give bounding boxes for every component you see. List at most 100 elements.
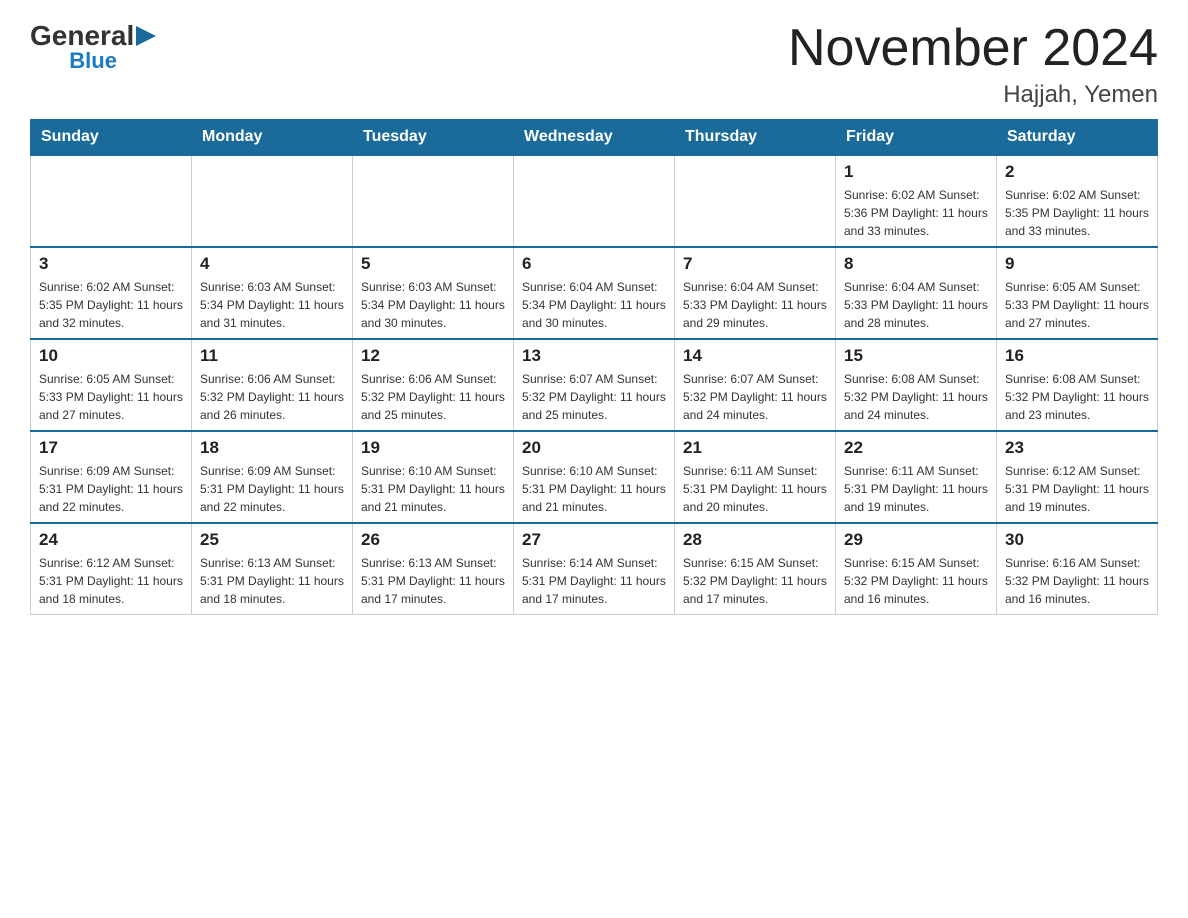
day-number: 21 [683, 438, 827, 458]
cell-week2-day6: 9Sunrise: 6:05 AM Sunset: 5:33 PM Daylig… [997, 247, 1158, 339]
day-number: 5 [361, 254, 505, 274]
day-number: 29 [844, 530, 988, 550]
day-info: Sunrise: 6:11 AM Sunset: 5:31 PM Dayligh… [844, 462, 988, 516]
day-info: Sunrise: 6:13 AM Sunset: 5:31 PM Dayligh… [200, 554, 344, 608]
cell-week1-day1 [192, 155, 353, 247]
cell-week1-day0 [31, 155, 192, 247]
calendar-title-block: November 2024 Hajjah, Yemen [788, 20, 1158, 109]
day-info: Sunrise: 6:05 AM Sunset: 5:33 PM Dayligh… [39, 370, 183, 424]
day-info: Sunrise: 6:07 AM Sunset: 5:32 PM Dayligh… [522, 370, 666, 424]
day-info: Sunrise: 6:12 AM Sunset: 5:31 PM Dayligh… [39, 554, 183, 608]
cell-week2-day5: 8 Sunrise: 6:04 AM Sunset: 5:33 PM Daylig… [836, 247, 997, 339]
day-info: Sunrise: 6:08 AM Sunset: 5:32 PM Dayligh… [844, 370, 988, 424]
cell-week4-day2: 19Sunrise: 6:10 AM Sunset: 5:31 PM Dayli… [353, 431, 514, 523]
day-info: Sunrise: 6:15 AM Sunset: 5:32 PM Dayligh… [683, 554, 827, 608]
cell-week5-day5: 29 Sunrise: 6:15 AM Sunset: 5:32 PM Dayli… [836, 523, 997, 615]
week-row-3: 10 Sunrise: 6:05 AM Sunset: 5:33 PM Dayli… [31, 339, 1158, 431]
week-row-2: 3 Sunrise: 6:02 AM Sunset: 5:35 PM Daylig… [31, 247, 1158, 339]
cell-week1-day3 [514, 155, 675, 247]
logo: General Blue [30, 20, 156, 74]
cell-week5-day4: 28 Sunrise: 6:15 AM Sunset: 5:32 PM Dayli… [675, 523, 836, 615]
cell-week5-day6: 30Sunrise: 6:16 AM Sunset: 5:32 PM Dayli… [997, 523, 1158, 615]
cell-week3-day0: 10 Sunrise: 6:05 AM Sunset: 5:33 PM Dayli… [31, 339, 192, 431]
logo-blue-text: Blue [30, 48, 156, 74]
day-info: Sunrise: 6:02 AM Sunset: 5:35 PM Dayligh… [1005, 186, 1149, 240]
col-saturday: Saturday [997, 120, 1158, 156]
logo-arrow-icon [136, 26, 156, 46]
cell-week3-day6: 16 Sunrise: 6:08 AM Sunset: 5:32 PM Dayli… [997, 339, 1158, 431]
calendar-header-row: Sunday Monday Tuesday Wednesday Thursday… [31, 120, 1158, 156]
day-number: 6 [522, 254, 666, 274]
day-info: Sunrise: 6:02 AM Sunset: 5:36 PM Dayligh… [844, 186, 988, 240]
week-row-4: 17 Sunrise: 6:09 AM Sunset: 5:31 PM Dayli… [31, 431, 1158, 523]
day-info: Sunrise: 6:04 AM Sunset: 5:34 PM Dayligh… [522, 278, 666, 332]
cell-week4-day0: 17 Sunrise: 6:09 AM Sunset: 5:31 PM Dayli… [31, 431, 192, 523]
day-info: Sunrise: 6:08 AM Sunset: 5:32 PM Dayligh… [1005, 370, 1149, 424]
calendar-table: Sunday Monday Tuesday Wednesday Thursday… [30, 119, 1158, 615]
day-number: 30 [1005, 530, 1149, 550]
calendar-title: November 2024 [788, 20, 1158, 77]
day-number: 8 [844, 254, 988, 274]
cell-week2-day0: 3 Sunrise: 6:02 AM Sunset: 5:35 PM Daylig… [31, 247, 192, 339]
cell-week2-day1: 4Sunrise: 6:03 AM Sunset: 5:34 PM Daylig… [192, 247, 353, 339]
day-number: 22 [844, 438, 988, 458]
day-info: Sunrise: 6:09 AM Sunset: 5:31 PM Dayligh… [39, 462, 183, 516]
cell-week1-day2 [353, 155, 514, 247]
week-row-1: 1 Sunrise: 6:02 AM Sunset: 5:36 PM Daylig… [31, 155, 1158, 247]
day-number: 17 [39, 438, 183, 458]
col-sunday: Sunday [31, 120, 192, 156]
col-thursday: Thursday [675, 120, 836, 156]
day-info: Sunrise: 6:07 AM Sunset: 5:32 PM Dayligh… [683, 370, 827, 424]
day-info: Sunrise: 6:06 AM Sunset: 5:32 PM Dayligh… [200, 370, 344, 424]
day-info: Sunrise: 6:15 AM Sunset: 5:32 PM Dayligh… [844, 554, 988, 608]
day-info: Sunrise: 6:02 AM Sunset: 5:35 PM Dayligh… [39, 278, 183, 332]
cell-week4-day4: 21 Sunrise: 6:11 AM Sunset: 5:31 PM Dayli… [675, 431, 836, 523]
cell-week3-day3: 13 Sunrise: 6:07 AM Sunset: 5:32 PM Dayli… [514, 339, 675, 431]
day-info: Sunrise: 6:11 AM Sunset: 5:31 PM Dayligh… [683, 462, 827, 516]
day-number: 26 [361, 530, 505, 550]
cell-week1-day5: 1 Sunrise: 6:02 AM Sunset: 5:36 PM Daylig… [836, 155, 997, 247]
cell-week2-day2: 5 Sunrise: 6:03 AM Sunset: 5:34 PM Daylig… [353, 247, 514, 339]
day-info: Sunrise: 6:10 AM Sunset: 5:31 PM Dayligh… [361, 462, 505, 516]
cell-week3-day1: 11 Sunrise: 6:06 AM Sunset: 5:32 PM Dayli… [192, 339, 353, 431]
day-number: 13 [522, 346, 666, 366]
day-info: Sunrise: 6:04 AM Sunset: 5:33 PM Dayligh… [683, 278, 827, 332]
day-info: Sunrise: 6:04 AM Sunset: 5:33 PM Dayligh… [844, 278, 988, 332]
day-number: 23 [1005, 438, 1149, 458]
cell-week5-day0: 24 Sunrise: 6:12 AM Sunset: 5:31 PM Dayli… [31, 523, 192, 615]
cell-week5-day1: 25 Sunrise: 6:13 AM Sunset: 5:31 PM Dayli… [192, 523, 353, 615]
page-header: General Blue November 2024 Hajjah, Yemen [30, 20, 1158, 109]
day-number: 3 [39, 254, 183, 274]
day-number: 10 [39, 346, 183, 366]
col-monday: Monday [192, 120, 353, 156]
day-number: 15 [844, 346, 988, 366]
cell-week5-day2: 26 Sunrise: 6:13 AM Sunset: 5:31 PM Dayli… [353, 523, 514, 615]
cell-week4-day6: 23 Sunrise: 6:12 AM Sunset: 5:31 PM Dayli… [997, 431, 1158, 523]
cell-week4-day5: 22 Sunrise: 6:11 AM Sunset: 5:31 PM Dayli… [836, 431, 997, 523]
day-number: 18 [200, 438, 344, 458]
day-number: 28 [683, 530, 827, 550]
day-number: 2 [1005, 162, 1149, 182]
day-number: 20 [522, 438, 666, 458]
cell-week3-day2: 12 Sunrise: 6:06 AM Sunset: 5:32 PM Dayli… [353, 339, 514, 431]
cell-week3-day4: 14Sunrise: 6:07 AM Sunset: 5:32 PM Dayli… [675, 339, 836, 431]
week-row-5: 24 Sunrise: 6:12 AM Sunset: 5:31 PM Dayli… [31, 523, 1158, 615]
day-number: 4 [200, 254, 344, 274]
day-info: Sunrise: 6:14 AM Sunset: 5:31 PM Dayligh… [522, 554, 666, 608]
day-number: 16 [1005, 346, 1149, 366]
day-number: 7 [683, 254, 827, 274]
day-info: Sunrise: 6:10 AM Sunset: 5:31 PM Dayligh… [522, 462, 666, 516]
day-number: 1 [844, 162, 988, 182]
col-friday: Friday [836, 120, 997, 156]
col-wednesday: Wednesday [514, 120, 675, 156]
cell-week4-day1: 18Sunrise: 6:09 AM Sunset: 5:31 PM Dayli… [192, 431, 353, 523]
day-info: Sunrise: 6:03 AM Sunset: 5:34 PM Dayligh… [361, 278, 505, 332]
day-number: 24 [39, 530, 183, 550]
day-info: Sunrise: 6:06 AM Sunset: 5:32 PM Dayligh… [361, 370, 505, 424]
day-number: 11 [200, 346, 344, 366]
day-number: 25 [200, 530, 344, 550]
day-number: 12 [361, 346, 505, 366]
cell-week3-day5: 15 Sunrise: 6:08 AM Sunset: 5:32 PM Dayli… [836, 339, 997, 431]
day-info: Sunrise: 6:12 AM Sunset: 5:31 PM Dayligh… [1005, 462, 1149, 516]
day-info: Sunrise: 6:13 AM Sunset: 5:31 PM Dayligh… [361, 554, 505, 608]
